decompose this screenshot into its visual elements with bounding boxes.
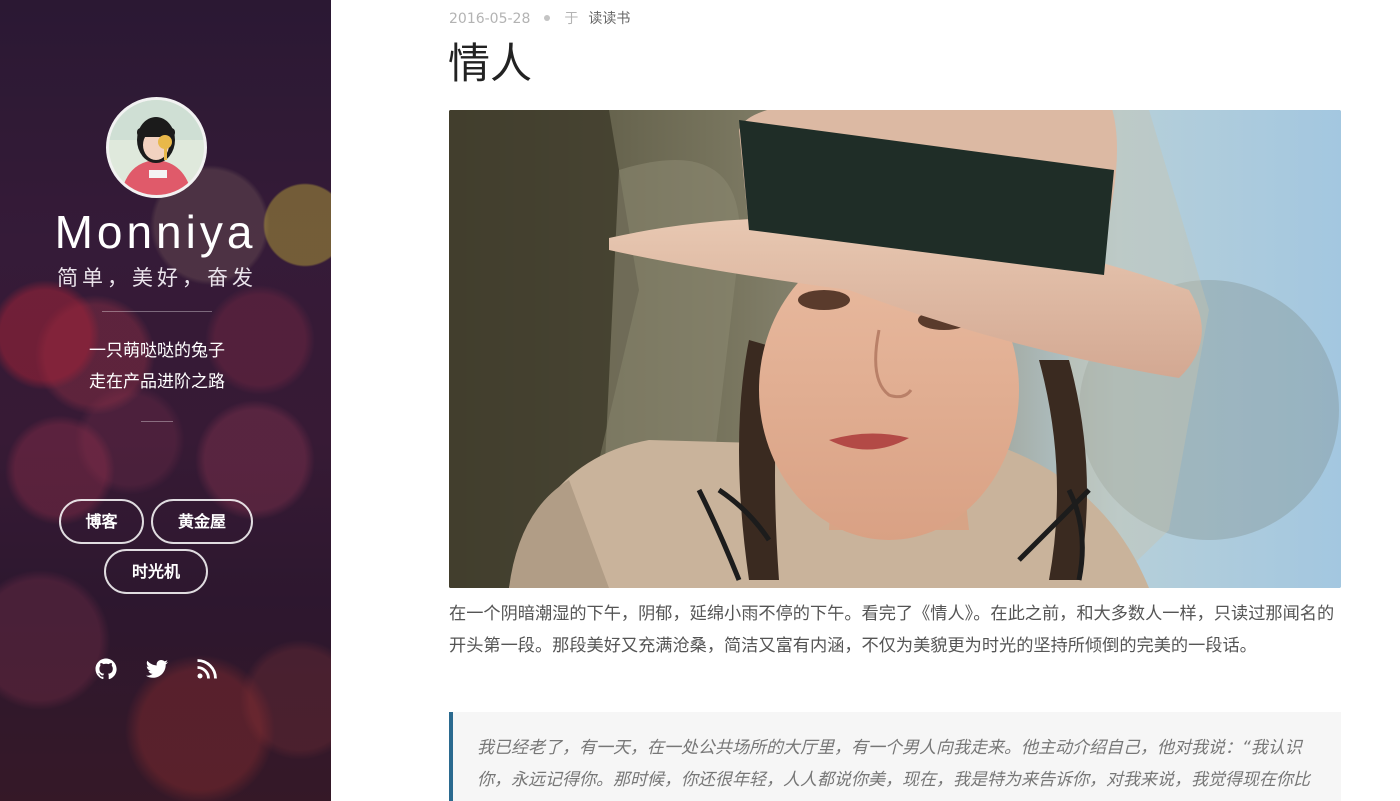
- post-content: 2016-05-28 于读读书 情人 在一个阴暗潮湿的下午，阴郁，延绵小雨不停的…: [331, 0, 1400, 801]
- bio-line: 一只萌哒哒的兔子: [89, 341, 225, 361]
- rss-icon[interactable]: [195, 657, 219, 681]
- bio-line: 走在产品进阶之路: [89, 372, 225, 392]
- post-date: 2016-05-28: [449, 11, 531, 27]
- nav-golden-house-button[interactable]: 黄金屋: [151, 499, 253, 544]
- separator-dot-icon: [544, 15, 551, 21]
- twitter-icon[interactable]: [145, 657, 169, 681]
- post-title: 情人: [448, 39, 533, 88]
- post-hero-image: [449, 110, 1341, 588]
- post-category-link[interactable]: 读读书: [588, 11, 630, 27]
- bio: 一只萌哒哒的兔子 走在产品进阶之路: [0, 336, 314, 398]
- avatar[interactable]: [106, 97, 207, 198]
- blockquote-text: 我已经老了，有一天，在一处公共场所的大厅里，有一个男人向我走来。他主动介绍自己，…: [477, 738, 1310, 790]
- post-blockquote: 我已经老了，有一天，在一处公共场所的大厅里，有一个男人向我走来。他主动介绍自己，…: [449, 712, 1341, 801]
- divider: [141, 421, 173, 422]
- nav-time-machine-button[interactable]: 时光机: [104, 549, 208, 594]
- sidebar: Monniya 简单，美好，奋发 一只萌哒哒的兔子 走在产品进阶之路 博客 黄金…: [0, 0, 331, 801]
- post-in-label: 于: [564, 11, 579, 27]
- avatar-image: [109, 100, 204, 195]
- site-motto: 简单，美好，奋发: [57, 266, 257, 290]
- divider: [102, 311, 212, 312]
- site-name[interactable]: Monniya: [0, 205, 311, 259]
- nav-blog-button[interactable]: 博客: [59, 499, 144, 544]
- github-icon[interactable]: [94, 657, 118, 681]
- post-paragraph: 在一个阴暗潮湿的下午，阴郁，延绵小雨不停的下午。看完了《情人》。在此之前，和大多…: [449, 604, 1335, 656]
- post-meta: 2016-05-28 于读读书: [449, 8, 630, 28]
